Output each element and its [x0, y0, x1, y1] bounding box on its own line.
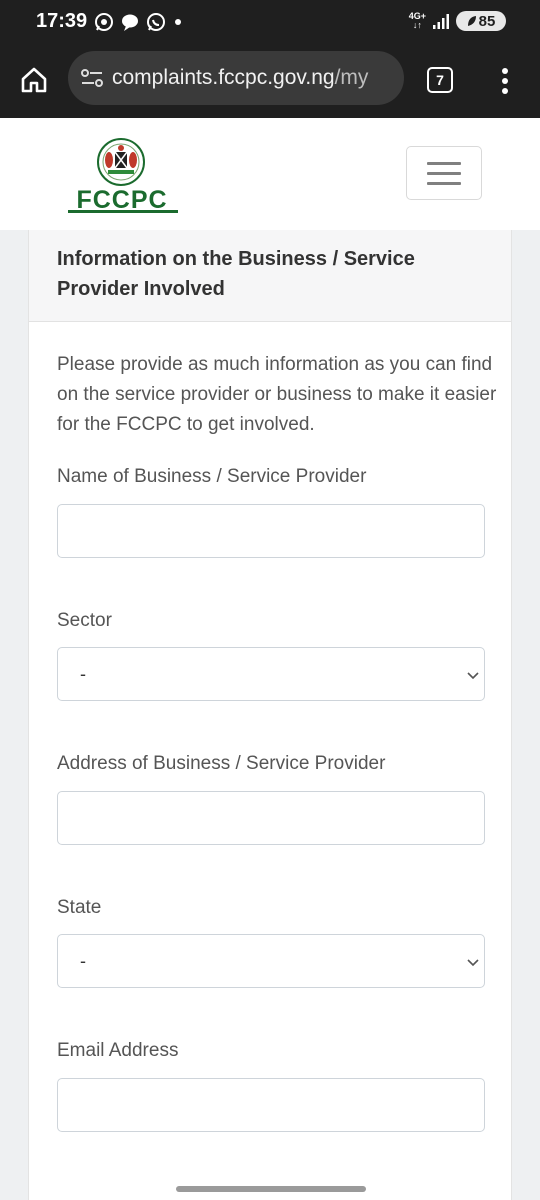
tab-switcher-button[interactable]: 7: [427, 67, 453, 93]
coat-of-arms-icon: [97, 138, 145, 186]
state-select[interactable]: -: [57, 934, 485, 988]
battery-indicator: 85: [456, 11, 506, 31]
whatsapp-icon: [147, 13, 165, 31]
email-label: Email Address: [57, 1040, 179, 1061]
url-text: complaints.fccpc.gov.ng/my: [112, 66, 369, 89]
card-header: Information on the Business / Service Pr…: [29, 230, 511, 322]
email-input[interactable]: [57, 1078, 485, 1132]
notification-dot-icon: [175, 19, 181, 25]
nav-toggle-button[interactable]: [406, 146, 482, 200]
business-info-card: Information on the Business / Service Pr…: [28, 230, 512, 1200]
section-title: Information on the Business / Service Pr…: [57, 248, 415, 300]
whatsapp-business-icon: [95, 13, 113, 31]
browser-toolbar: complaints.fccpc.gov.ng/my 7: [0, 44, 540, 118]
state-value: -: [80, 951, 86, 971]
state-label: State: [57, 897, 102, 918]
business-name-input[interactable]: [57, 504, 485, 558]
status-bar: 17:39 4G+ ↓↑ 85: [0, 0, 540, 44]
address-input[interactable]: [57, 791, 485, 845]
chevron-down-icon: [467, 672, 479, 680]
sector-value: -: [80, 664, 86, 684]
intro-text: Please provide as much information as yo…: [57, 354, 497, 435]
site-header: FCCPC: [0, 118, 540, 230]
home-icon[interactable]: [20, 66, 48, 94]
chat-bubble-icon: [122, 14, 138, 31]
sector-select[interactable]: -: [57, 647, 485, 701]
network-type: 4G+ ↓↑: [408, 11, 426, 30]
site-settings-icon[interactable]: [80, 67, 104, 89]
address-label: Address of Business / Service Provider: [57, 753, 386, 774]
more-options-icon[interactable]: [498, 66, 512, 96]
chevron-down-icon: [467, 959, 479, 967]
signal-icon: [433, 14, 449, 29]
status-time: 17:39: [36, 10, 88, 32]
sector-label: Sector: [57, 610, 112, 631]
address-bar[interactable]: complaints.fccpc.gov.ng/my: [68, 51, 404, 105]
gesture-navigation-bar[interactable]: [176, 1186, 366, 1192]
charging-leaf-icon: [467, 16, 476, 26]
fccpc-logo[interactable]: FCCPC: [64, 138, 180, 214]
business-name-label: Name of Business / Service Provider: [57, 466, 367, 487]
